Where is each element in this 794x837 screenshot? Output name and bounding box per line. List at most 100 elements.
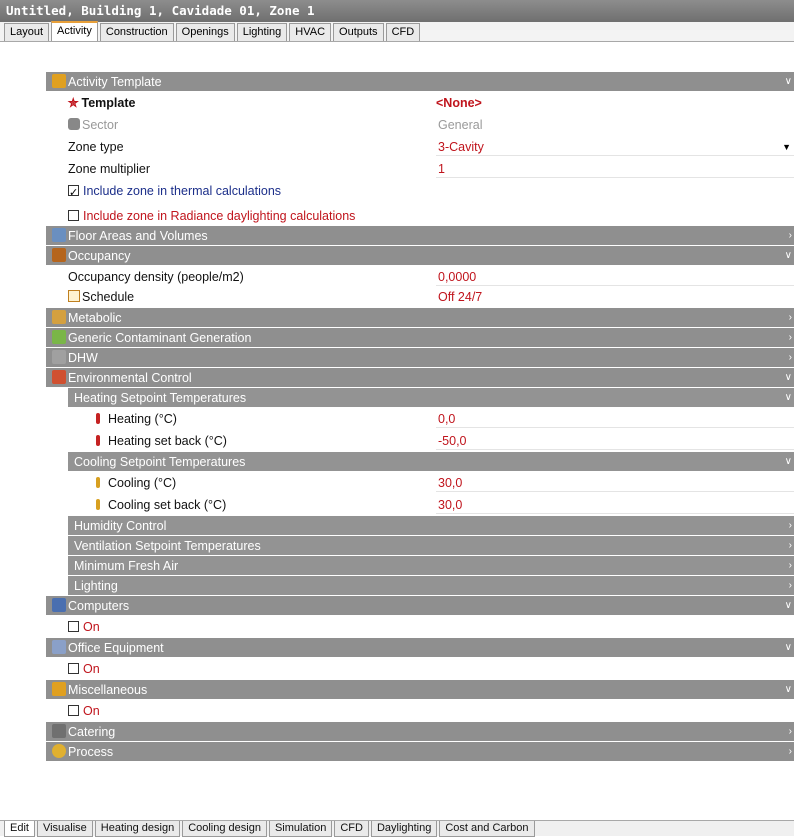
- contaminant-header[interactable]: Generic Contaminant Generation ›: [46, 328, 794, 348]
- top-tab-bar: Layout Activity Construction Openings Li…: [0, 21, 794, 42]
- tab-edit[interactable]: Edit: [4, 821, 35, 837]
- tab-cfd-bottom[interactable]: CFD: [334, 821, 369, 837]
- window-title: Untitled, Building 1, Cavidade 01, Zone …: [0, 0, 794, 22]
- miscellaneous-icon: [52, 682, 66, 696]
- environmental-icon: [52, 370, 66, 384]
- tab-heating-design[interactable]: Heating design: [94, 821, 181, 837]
- office-on-row[interactable]: On: [46, 658, 794, 680]
- dhw-header[interactable]: DHW ›: [46, 348, 794, 368]
- tab-outputs[interactable]: Outputs: [333, 23, 384, 41]
- zone-multiplier-row[interactable]: Zone multiplier 1: [46, 158, 794, 180]
- catering-header[interactable]: Catering ›: [46, 722, 794, 742]
- tab-layout[interactable]: Layout: [4, 23, 50, 41]
- thermometer-icon: [96, 477, 100, 488]
- expand-icon[interactable]: ›: [789, 516, 792, 536]
- thermometer-icon: [96, 499, 100, 510]
- tab-visualise[interactable]: Visualise: [36, 821, 93, 837]
- expand-icon[interactable]: ›: [789, 576, 792, 596]
- collapse-icon[interactable]: ∨: [785, 638, 792, 658]
- misc-on-row[interactable]: On: [46, 700, 794, 722]
- floor-areas-header[interactable]: Floor Areas and Volumes ›: [46, 226, 794, 246]
- expand-icon[interactable]: ›: [789, 308, 792, 328]
- heating-row[interactable]: Heating (°C) 0,0: [46, 408, 794, 430]
- tab-cooling-design[interactable]: Cooling design: [182, 821, 267, 837]
- chevron-down-icon[interactable]: ▼: [782, 138, 791, 156]
- collapse-icon[interactable]: ∨: [785, 368, 792, 388]
- tab-activity[interactable]: Activity: [51, 21, 98, 41]
- tab-openings[interactable]: Openings: [175, 23, 235, 41]
- expand-icon[interactable]: ›: [789, 722, 792, 742]
- sector-icon: [68, 118, 80, 130]
- fresh-air-header[interactable]: Minimum Fresh Air ›: [68, 556, 794, 576]
- collapse-icon[interactable]: ∨: [785, 72, 792, 92]
- computers-on-row[interactable]: On: [46, 616, 794, 638]
- thermometer-icon: [96, 435, 100, 446]
- template-runner-icon: ✮: [68, 96, 79, 110]
- computers-on-checkbox[interactable]: [68, 621, 79, 632]
- process-gear-icon: [52, 744, 66, 758]
- heating-input[interactable]: 0,0: [436, 410, 794, 428]
- misc-on-checkbox[interactable]: [68, 705, 79, 716]
- zone-type-select[interactable]: 3-Cavity ▼: [436, 138, 794, 156]
- template-value[interactable]: <None>: [436, 94, 794, 112]
- occupancy-density-row[interactable]: Occupancy density (people/m2) 0,0000: [46, 266, 794, 288]
- collapse-icon[interactable]: ∨: [785, 596, 792, 616]
- expand-icon[interactable]: ›: [789, 348, 792, 368]
- heating-setback-row[interactable]: Heating set back (°C) -50,0: [46, 430, 794, 452]
- tab-hvac[interactable]: HVAC: [289, 23, 332, 41]
- heating-setpoint-header[interactable]: Heating Setpoint Temperatures ∨: [68, 388, 794, 408]
- lighting-header[interactable]: Lighting ›: [68, 576, 794, 596]
- zone-type-row[interactable]: Zone type 3-Cavity ▼: [46, 136, 794, 158]
- environmental-header[interactable]: Environmental Control ∨: [46, 368, 794, 388]
- cooling-setback-input[interactable]: 30,0: [436, 496, 794, 514]
- tab-construction[interactable]: Construction: [99, 23, 174, 41]
- occupancy-density-input[interactable]: 0,0000: [436, 268, 794, 286]
- office-on-checkbox[interactable]: [68, 663, 79, 674]
- computers-header[interactable]: Computers ∨: [46, 596, 794, 616]
- collapse-icon[interactable]: ∨: [785, 680, 792, 700]
- collapse-icon[interactable]: ∨: [785, 452, 792, 472]
- office-equipment-header[interactable]: Office Equipment ∨: [46, 638, 794, 658]
- thermal-calc-row[interactable]: Include zone in thermal calculations: [46, 180, 794, 204]
- occupancy-icon: [52, 248, 66, 262]
- schedule-icon: [68, 290, 80, 302]
- cooling-input[interactable]: 30,0: [436, 474, 794, 492]
- office-equipment-icon: [52, 640, 66, 654]
- expand-icon[interactable]: ›: [789, 226, 792, 246]
- ventilation-header[interactable]: Ventilation Setpoint Temperatures ›: [68, 536, 794, 556]
- radiance-row[interactable]: Include zone in Radiance daylighting cal…: [46, 202, 794, 226]
- tab-cfd[interactable]: CFD: [385, 23, 421, 41]
- thermal-checkbox[interactable]: [68, 182, 79, 204]
- cooling-setback-row[interactable]: Cooling set back (°C) 30,0: [46, 494, 794, 516]
- dhw-icon: [52, 350, 66, 364]
- sector-row: Sector General: [46, 114, 794, 136]
- cooling-row[interactable]: Cooling (°C) 30,0: [46, 472, 794, 494]
- expand-icon[interactable]: ›: [789, 556, 792, 576]
- collapse-icon[interactable]: ∨: [785, 246, 792, 266]
- radiance-checkbox[interactable]: [68, 210, 79, 221]
- sector-value: General: [438, 118, 483, 132]
- bottom-tab-bar: Edit Visualise Heating design Cooling de…: [0, 820, 794, 837]
- collapse-icon[interactable]: ∨: [785, 388, 792, 408]
- tab-daylighting[interactable]: Daylighting: [370, 821, 438, 837]
- miscellaneous-header[interactable]: Miscellaneous ∨: [46, 680, 794, 700]
- tab-simulation[interactable]: Simulation: [268, 821, 333, 837]
- schedule-row[interactable]: Schedule Off 24/7: [46, 288, 794, 308]
- heating-setback-input[interactable]: -50,0: [436, 432, 794, 450]
- metabolic-header[interactable]: Metabolic ›: [46, 308, 794, 328]
- tab-cost-carbon[interactable]: Cost and Carbon: [439, 821, 535, 837]
- process-header[interactable]: Process ›: [46, 742, 794, 762]
- expand-icon[interactable]: ›: [789, 536, 792, 556]
- activity-template-header[interactable]: Activity Template ∨: [46, 72, 794, 92]
- expand-icon[interactable]: ›: [789, 328, 792, 348]
- zone-multiplier-input[interactable]: 1: [436, 160, 794, 178]
- template-row[interactable]: ✮ Template <None>: [46, 92, 794, 114]
- template-icon: [52, 74, 66, 88]
- schedule-value[interactable]: Off 24/7: [436, 288, 794, 306]
- contaminant-icon: [52, 330, 66, 344]
- humidity-header[interactable]: Humidity Control ›: [68, 516, 794, 536]
- expand-icon[interactable]: ›: [789, 742, 792, 762]
- tab-lighting[interactable]: Lighting: [236, 23, 288, 41]
- cooling-setpoint-header[interactable]: Cooling Setpoint Temperatures ∨: [68, 452, 794, 472]
- occupancy-header[interactable]: Occupancy ∨: [46, 246, 794, 266]
